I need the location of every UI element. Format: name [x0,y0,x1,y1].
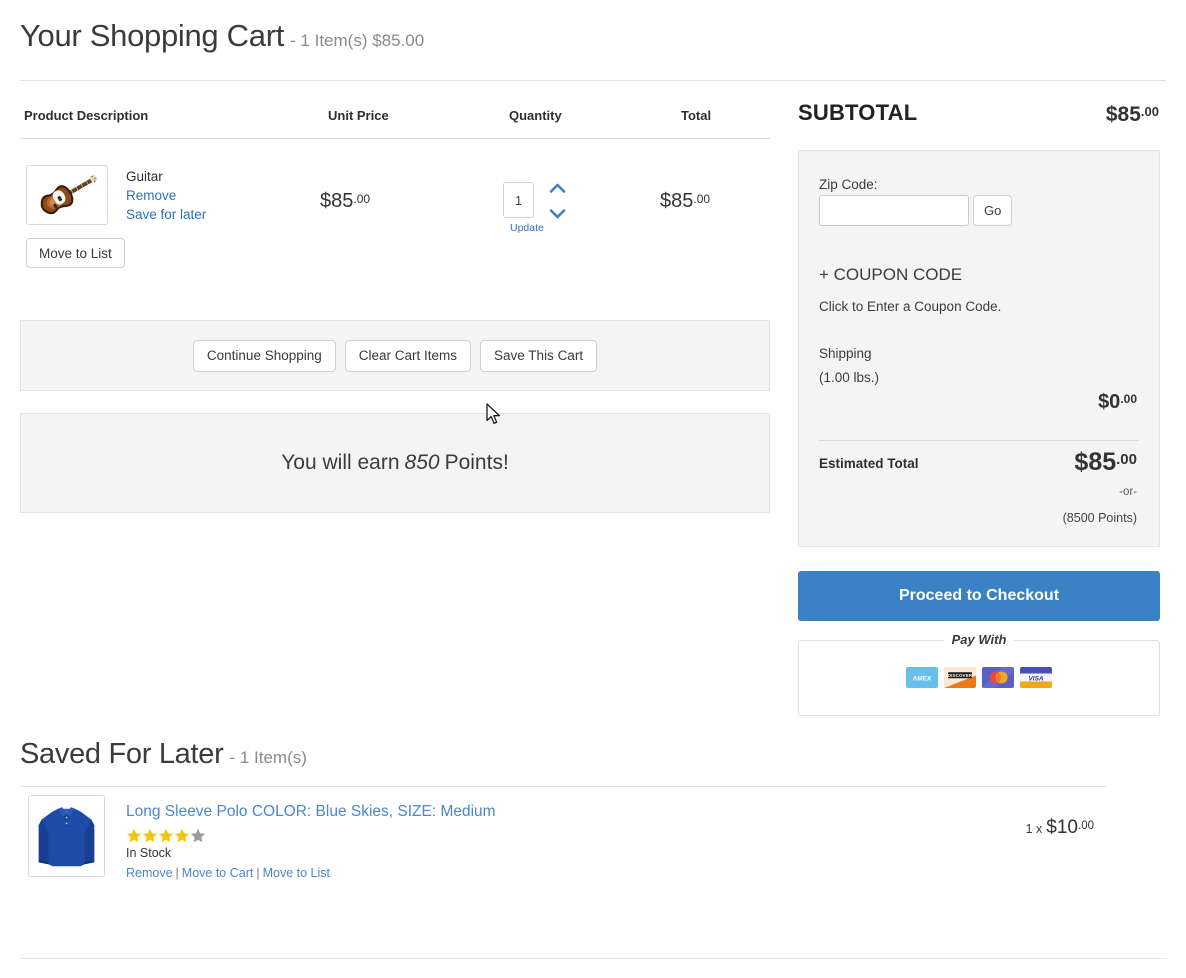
saved-price-minor: .00 [1078,820,1094,832]
star-empty-icon [190,828,206,843]
pay-with-label: Pay With [799,632,1159,647]
cart-item-info: Guitar Remove Save for later [126,167,206,224]
saved-move-to-cart-link[interactable]: Move to Cart [182,866,254,880]
svg-text:AMEX: AMEX [913,676,932,683]
star-filled-icon [126,828,142,843]
estimated-total-major: $85 [1074,448,1116,476]
shipping-minor: .00 [1120,392,1137,406]
saved-for-later-divider [20,786,1106,787]
cart-item-row: Guitar Remove Save for later Move to Lis… [20,160,770,280]
total-price-minor: .00 [693,192,710,206]
saved-price-major: $10 [1046,817,1078,838]
coupon-code-hint[interactable]: Click to Enter a Coupon Code. [819,299,1001,314]
cart-title-text: Your Shopping Cart [20,18,284,53]
saved-remove-link[interactable]: Remove [126,866,173,880]
save-for-later-link[interactable]: Save for later [126,205,206,224]
stock-status: In Stock [126,846,496,860]
amex-card-icon: AMEX [906,667,938,688]
chevron-down-icon [549,208,566,219]
link-separator-2: | [256,866,259,880]
zip-code-input[interactable] [819,195,969,226]
or-separator-label: -or- [1119,486,1137,498]
saved-item-qty: 1 x [1026,822,1043,836]
column-header-description: Product Description [24,108,148,123]
remove-item-link[interactable]: Remove [126,186,206,205]
guitar-thumbnail[interactable] [26,165,108,225]
zip-code-label: Zip Code: [819,177,878,192]
cart-table-header-divider [20,138,770,139]
star-filled-icon [174,828,190,843]
saved-title-text: Saved For Later [20,738,223,770]
unit-price-major: $85 [320,190,353,212]
zip-go-button[interactable]: Go [973,195,1012,226]
discover-card-icon: DISCOVER [944,667,976,688]
header-divider [20,80,1166,81]
star-rating [126,828,496,843]
points-prefix: You will earn [281,451,399,475]
shipping-label: Shipping [819,346,872,361]
saved-title-subtitle: - 1 Item(s) [229,748,306,767]
mastercard-card-icon [982,667,1014,688]
star-filled-icon [142,828,158,843]
subtotal-minor: .00 [1141,104,1159,119]
shipping-amount: $0.00 [1098,391,1137,414]
rewards-points-banner: You will earn 850 Points! [20,413,770,513]
saved-item-row: Long Sleeve Polo COLOR: Blue Skies, SIZE… [20,795,1140,900]
svg-text:DISCOVER: DISCOVER [948,673,973,678]
continue-shopping-button[interactable]: Continue Shopping [193,340,336,372]
summary-divider [819,440,1139,441]
coupon-code-toggle[interactable]: + COUPON CODE [819,265,962,285]
total-price-major: $85 [660,190,693,212]
saved-move-to-list-link[interactable]: Move to List [263,866,330,880]
saved-item-name-link[interactable]: Long Sleeve Polo COLOR: Blue Skies, SIZE… [126,802,496,822]
estimated-total-amount: $85.00 [1074,448,1137,477]
shipping-major: $0 [1098,391,1120,413]
svg-text:VISA: VISA [1029,675,1044,682]
estimated-total-points: (8500 Points) [1063,511,1137,525]
saved-for-later-title: Saved For Later - 1 Item(s) [20,738,307,771]
subtotal-amount: $85.00 [1106,103,1159,127]
star-filled-icon [158,828,174,843]
cart-item-unit-price: $85.00 [320,190,440,213]
move-to-list-button[interactable]: Move to List [26,238,125,268]
shipping-weight: (1.00 lbs.) [819,370,879,385]
saved-item-info: Long Sleeve Polo COLOR: Blue Skies, SIZE… [126,802,496,880]
column-header-unit-price: Unit Price [328,108,389,123]
quantity-input[interactable] [503,182,534,218]
saved-item-links: Remove|Move to Cart|Move to List [126,866,496,880]
visa-card-icon: VISA [1020,667,1052,688]
subtotal-major: $85 [1106,103,1141,126]
subtotal-header: SUBTOTAL $85.00 [798,100,1160,136]
link-separator-1: | [176,866,179,880]
unit-price-minor: .00 [353,192,370,206]
proceed-to-checkout-button[interactable]: Proceed to Checkout [798,571,1160,621]
payment-card-icons: AMEX DISCOVER VISA [799,667,1159,688]
save-this-cart-button[interactable]: Save This Cart [480,340,597,372]
polo-shirt-thumbnail[interactable] [28,795,105,877]
page-title: Your Shopping Cart - 1 Item(s) $85.00 [20,18,424,54]
update-quantity-link[interactable]: Update [510,222,544,234]
estimated-total-label: Estimated Total [819,456,919,471]
column-header-total: Total [681,108,711,123]
quantity-stepper[interactable]: Update [503,182,623,218]
points-value: 850 [405,451,440,475]
cart-table-header: Product Description Unit Price Quantity … [20,108,770,138]
estimated-total-minor: .00 [1116,451,1137,468]
cart-actions-panel: Continue Shopping Clear Cart Items Save … [20,320,770,391]
subtotal-label: SUBTOTAL [798,100,917,126]
order-summary-panel: Zip Code: Go + COUPON CODE Click to Ente… [798,150,1160,547]
points-suffix: Points! [445,451,509,475]
payment-methods-box: Pay With AMEX DISCOVER VISA [798,640,1160,716]
clear-cart-items-button[interactable]: Clear Cart Items [345,340,471,372]
column-header-quantity: Quantity [509,108,562,123]
cart-title-subtitle: - 1 Item(s) $85.00 [290,31,424,50]
cart-item-name: Guitar [126,167,206,186]
quantity-arrows[interactable] [547,183,567,219]
footer-divider [20,958,1166,959]
chevron-up-icon [549,183,566,194]
saved-item-price: 1 x$10.00 [1026,817,1094,839]
cart-item-total-price: $85.00 [660,190,780,213]
